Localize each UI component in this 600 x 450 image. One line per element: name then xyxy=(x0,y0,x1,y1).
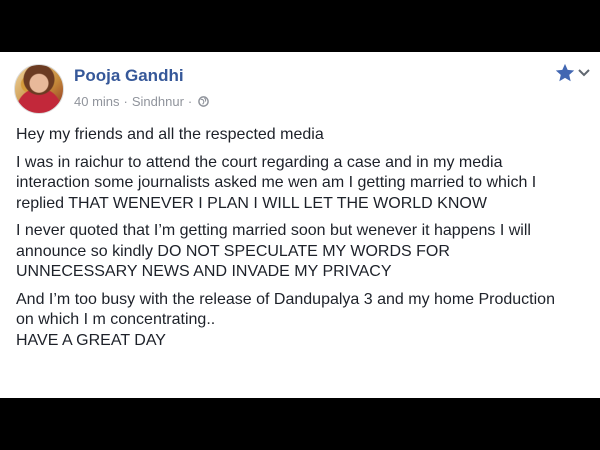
post-text-line: Hey my friends and all the respected med… xyxy=(16,126,324,143)
post-text-line: on which I m concentrating.. xyxy=(16,311,216,328)
chevron-down-icon[interactable] xyxy=(578,69,590,77)
meta-separator: · xyxy=(123,94,128,109)
post-text-line: And I’m too busy with the release of Dan… xyxy=(16,290,555,308)
post-body: Hey my friends and all the respected med… xyxy=(16,125,596,358)
post-time[interactable]: 40 mins xyxy=(74,94,120,109)
post-location[interactable]: Sindhnur xyxy=(132,94,184,109)
post-paragraph: Hey my friends and all the respected med… xyxy=(16,125,596,146)
avatar[interactable] xyxy=(14,64,64,114)
meta-separator: · xyxy=(187,94,193,109)
post-meta: 40 mins · Sindhnur · xyxy=(74,94,210,109)
star-icon[interactable] xyxy=(554,62,576,84)
post-paragraph: And I’m too busy with the release of Dan… xyxy=(16,290,596,352)
author-name[interactable]: Pooja Gandhi xyxy=(74,66,184,86)
post-text-line: HAVE A GREAT DAY xyxy=(16,331,166,349)
letterbox-top xyxy=(0,0,600,52)
post-text-line: I was in raichur to attend the court reg… xyxy=(16,153,503,171)
globe-icon[interactable] xyxy=(198,96,210,107)
post-text-line: announce so kindly DO NOT SPECULATE MY W… xyxy=(16,242,450,260)
post-text-line: UNNECESSARY NEWS AND INVADE MY PRIVACY xyxy=(16,263,392,280)
post-paragraph: I was in raichur to attend the court reg… xyxy=(16,153,596,215)
letterbox-bottom xyxy=(0,398,600,450)
facebook-post: Pooja Gandhi 40 mins · Sindhnur · Hey my… xyxy=(0,52,600,398)
post-text-line: I never quoted that I’m getting married … xyxy=(16,222,531,239)
post-paragraph: I never quoted that I’m getting married … xyxy=(16,221,596,283)
post-text-line: interaction some journalists asked me we… xyxy=(16,174,537,191)
post-text-line: replied THAT WENEVER I PLAN I WILL LET T… xyxy=(16,194,487,212)
